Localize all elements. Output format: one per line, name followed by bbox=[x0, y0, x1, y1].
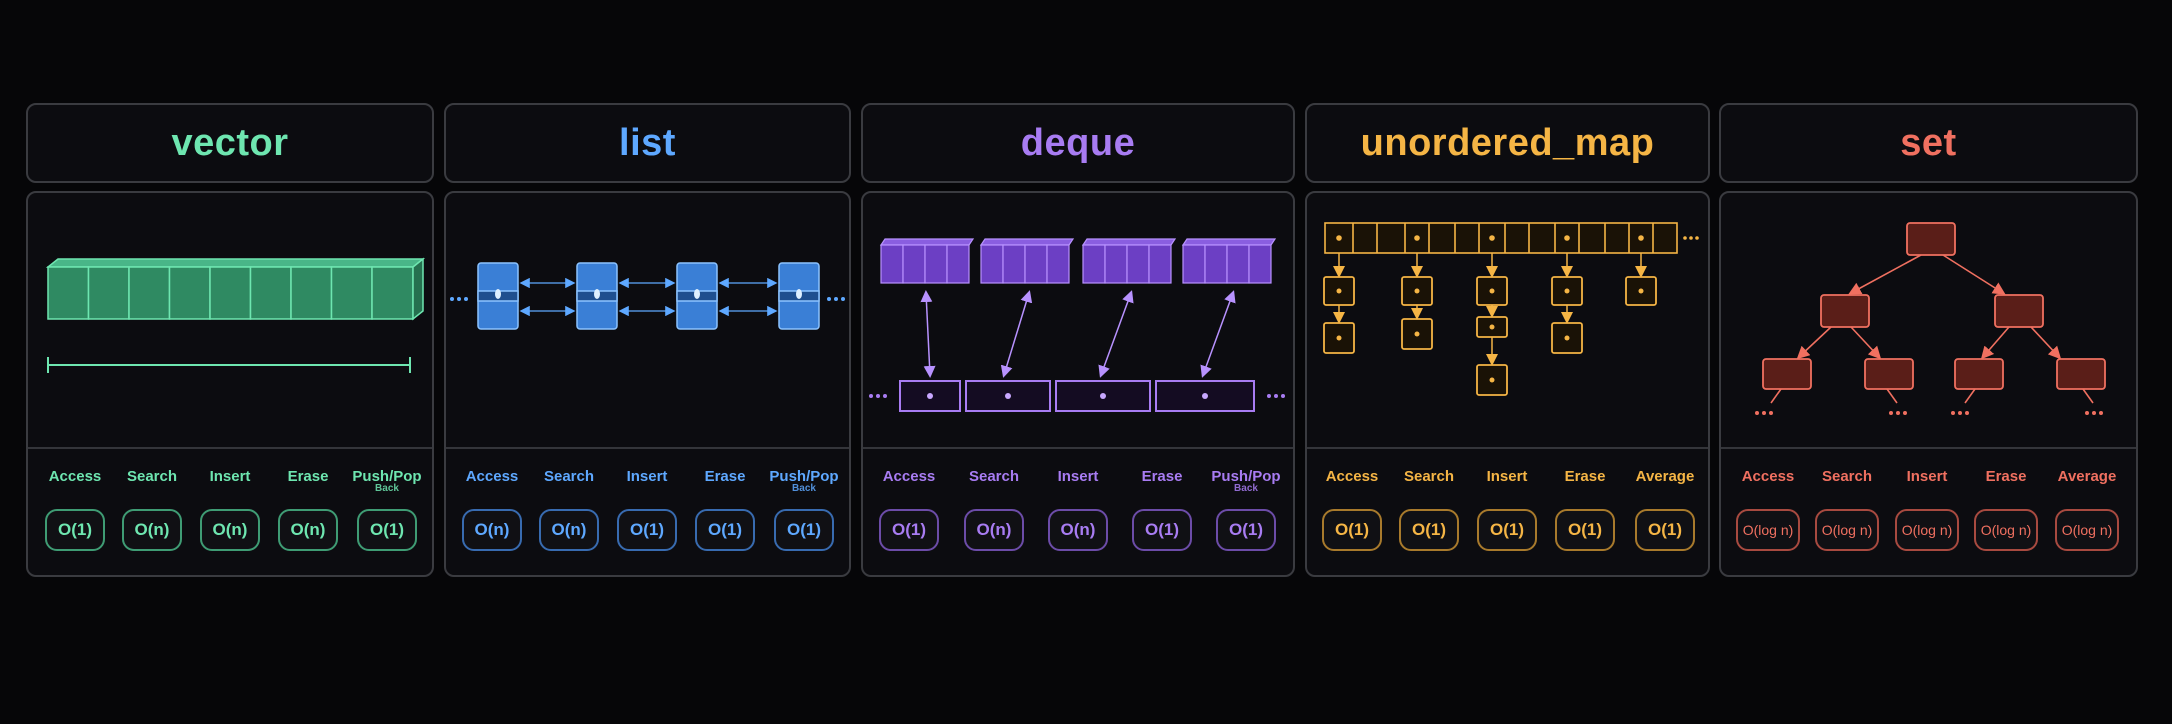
deque-pointer-arrows bbox=[920, 290, 1236, 378]
header-unordered-map: unordered_map bbox=[1305, 103, 1710, 183]
complexity-badge: O(n) bbox=[200, 509, 260, 551]
header-list: list bbox=[444, 103, 851, 183]
tree-nodes bbox=[1762, 222, 2106, 390]
op-label-insert: Insert bbox=[626, 468, 668, 485]
vector-illustration bbox=[45, 257, 426, 373]
complexity-badge: O(1) bbox=[1555, 509, 1615, 551]
header-deque: deque bbox=[861, 103, 1295, 183]
panel-vector: Access Search Insert Erase Push/Pop Back … bbox=[26, 191, 434, 577]
op-label-access: Access bbox=[882, 468, 936, 485]
vector-element-boxes bbox=[45, 257, 426, 321]
header-vector: vector bbox=[26, 103, 434, 183]
list-nodes bbox=[477, 262, 820, 330]
complexity-badge: O(log n) bbox=[1974, 509, 2038, 551]
divider bbox=[863, 447, 1293, 449]
vector-size-bracket bbox=[47, 357, 411, 373]
deque-illustration bbox=[869, 238, 1285, 412]
op-label-search: Search bbox=[126, 468, 178, 485]
op-label-access: Access bbox=[1741, 468, 1795, 485]
op-label-average: Average bbox=[2057, 468, 2117, 485]
op-label-search: Search bbox=[1403, 468, 1455, 485]
complexity-badge: O(1) bbox=[617, 509, 677, 551]
deque-map-array bbox=[899, 380, 1255, 412]
complexity-badge: O(log n) bbox=[2055, 509, 2119, 551]
panel-unordered-map: Access Search Insert Erase Average O(1) … bbox=[1305, 191, 1710, 577]
list-illustration bbox=[450, 262, 845, 330]
complexity-badge: O(log n) bbox=[1895, 509, 1959, 551]
unordered-map-illustration bbox=[1323, 222, 1699, 396]
complexity-badge: O(n) bbox=[539, 509, 599, 551]
panel-list: Access Search Insert Erase Push/Pop Back … bbox=[444, 191, 851, 577]
op-label-insert: Insert bbox=[209, 468, 251, 485]
op-label-push-pop: Push/Pop Back bbox=[352, 468, 422, 494]
complexity-badge: O(n) bbox=[964, 509, 1024, 551]
complexity-badge: O(log n) bbox=[1815, 509, 1879, 551]
complexity-badge: O(1) bbox=[695, 509, 755, 551]
divider bbox=[1721, 447, 2136, 449]
complexity-badge: O(1) bbox=[1477, 509, 1537, 551]
op-label-access: Access bbox=[1325, 468, 1379, 485]
op-label-search: Search bbox=[543, 468, 595, 485]
complexity-badge: O(1) bbox=[1216, 509, 1276, 551]
complexity-badge: O(1) bbox=[1132, 509, 1192, 551]
title-list: list bbox=[619, 121, 676, 164]
op-label-push-pop: Push/Pop Back bbox=[769, 468, 839, 494]
divider bbox=[28, 447, 432, 449]
hash-bucket-array bbox=[1324, 222, 1678, 254]
op-label-push-pop: Push/Pop Back bbox=[1211, 468, 1281, 494]
title-vector: vector bbox=[171, 121, 289, 164]
op-label-search: Search bbox=[968, 468, 1020, 485]
title-set: set bbox=[1900, 121, 1957, 164]
set-tree-illustration bbox=[1755, 222, 2106, 415]
complexity-badge: O(1) bbox=[45, 509, 105, 551]
list-link-arrows bbox=[519, 277, 778, 317]
complexity-badge: O(1) bbox=[774, 509, 834, 551]
op-label-erase: Erase bbox=[1564, 468, 1606, 485]
op-label-insert: Insert bbox=[1486, 468, 1528, 485]
divider bbox=[446, 447, 849, 449]
header-set: set bbox=[1719, 103, 2138, 183]
complexity-badge: O(1) bbox=[357, 509, 417, 551]
panel-deque: Access Search Insert Erase Push/Pop Back … bbox=[861, 191, 1295, 577]
complexity-badge: O(n) bbox=[462, 509, 522, 551]
panel-set: Access Search Insert Erase Average O(log… bbox=[1719, 191, 2138, 577]
op-label-erase: Erase bbox=[287, 468, 329, 485]
list-ellipsis-right bbox=[827, 297, 845, 301]
complexity-badge: O(n) bbox=[1048, 509, 1108, 551]
op-label-access: Access bbox=[48, 468, 102, 485]
op-label-access: Access bbox=[465, 468, 519, 485]
deque-blocks bbox=[879, 238, 1277, 284]
list-ellipsis-left bbox=[450, 297, 468, 301]
complexity-badge: O(1) bbox=[1322, 509, 1382, 551]
comparison-diagram: vector Access Search Insert Erase Push/P… bbox=[0, 0, 2172, 724]
complexity-badge: O(1) bbox=[1635, 509, 1695, 551]
complexity-badge: O(1) bbox=[1399, 509, 1459, 551]
chain-nodes bbox=[1323, 276, 1657, 396]
title-unordered-map: unordered_map bbox=[1360, 121, 1655, 164]
op-label-insert: Insert bbox=[1057, 468, 1099, 485]
op-label-average: Average bbox=[1635, 468, 1695, 485]
tree-ellipsis bbox=[1755, 411, 2103, 415]
complexity-badge: O(1) bbox=[879, 509, 939, 551]
tree-edges bbox=[1770, 254, 2094, 404]
chain-arrows bbox=[1333, 253, 1647, 366]
op-label-erase: Erase bbox=[704, 468, 746, 485]
complexity-badge: O(n) bbox=[278, 509, 338, 551]
op-label-insert: Insert bbox=[1906, 468, 1948, 485]
op-label-erase: Erase bbox=[1141, 468, 1183, 485]
complexity-badge: O(log n) bbox=[1736, 509, 1800, 551]
title-deque: deque bbox=[1020, 121, 1136, 164]
op-label-erase: Erase bbox=[1985, 468, 2027, 485]
op-label-search: Search bbox=[1821, 468, 1873, 485]
divider bbox=[1307, 447, 1708, 449]
complexity-badge: O(n) bbox=[122, 509, 182, 551]
